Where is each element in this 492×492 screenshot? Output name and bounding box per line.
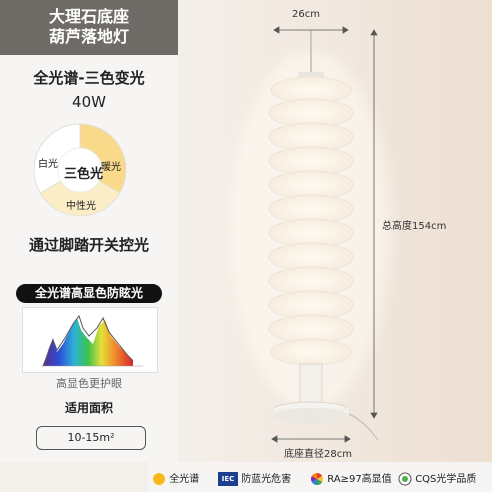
color-mode-wheel: 三色光 白光 暖光 中性光 (31, 121, 129, 219)
area-label: 适用面积 (64, 401, 113, 415)
feature-item: RA≥97高显值 (310, 470, 392, 486)
area-value-box: 10-15m² (36, 426, 146, 450)
iec-logo-icon: IEC (218, 472, 238, 486)
feature-item: 全光谱 (152, 470, 199, 486)
feature-item: CQS光学品质 (398, 470, 476, 486)
white-label: 白光 (38, 159, 58, 170)
base-diameter-label: 底座直径28cm (284, 449, 352, 460)
title-line-2: 葫芦落地灯 (48, 27, 129, 46)
left-panel: 大理石底座 葫芦落地灯 全光谱-三色变光 40W 三色光 白光 暖光 中性光 通… (0, 0, 178, 462)
spectrum-chart-image (22, 307, 158, 373)
warm-label: 暖光 (101, 162, 121, 173)
product-image: 26cm 总高度154cm 底座直径28cm (178, 0, 492, 462)
product-title: 大理石底座 葫芦落地灯 (0, 0, 178, 55)
spectrum-spec: 全光谱-三色变光 (33, 69, 145, 87)
neutral-label: 中性光 (66, 201, 96, 212)
feature-text: 防蓝光危害 (241, 474, 292, 485)
sun-icon (153, 473, 165, 485)
spectrum-graphic (41, 314, 143, 367)
height-label: 总高度154cm (382, 221, 447, 232)
feature-item: IEC 防蓝光危害 (218, 470, 291, 486)
spectrum-caption: 高显色更护眼 (56, 377, 122, 390)
center-label: 三色光 (64, 167, 104, 182)
feature-text: 全光谱 (169, 474, 200, 485)
full-spectrum-badge: 全光谱高显色防眩光 (16, 284, 162, 303)
title-line-1: 大理石底座 (48, 7, 129, 26)
top-width-label: 26cm (292, 9, 320, 20)
cqs-globe-icon (398, 472, 412, 486)
feature-bar: 全光谱 IEC 防蓝光危害 RA≥97高显值 CQS光学品质 (148, 462, 492, 492)
wattage: 40W (72, 93, 106, 111)
color-wheel-icon (310, 473, 324, 485)
feature-text: RA≥97高显值 (327, 474, 392, 485)
pedal-switch-text: 通过脚踏开关控光 (28, 236, 149, 254)
feature-text: CQS光学品质 (415, 474, 477, 485)
